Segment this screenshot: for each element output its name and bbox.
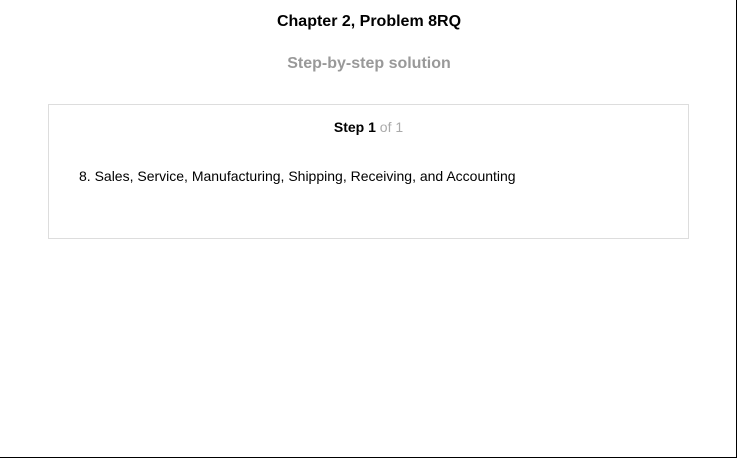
step-number: 1 <box>368 119 376 135</box>
step-card: Step 1 of 1 8. Sales, Service, Manufactu… <box>48 104 689 239</box>
step-total: of 1 <box>379 119 404 135</box>
step-header: Step 1 of 1 <box>49 119 688 135</box>
step-content: 8. Sales, Service, Manufacturing, Shippi… <box>79 168 516 184</box>
problem-title: Chapter 2, Problem 8RQ <box>276 13 462 30</box>
solution-subtitle: Step-by-step solution <box>287 55 451 72</box>
step-label: Step <box>333 119 365 135</box>
